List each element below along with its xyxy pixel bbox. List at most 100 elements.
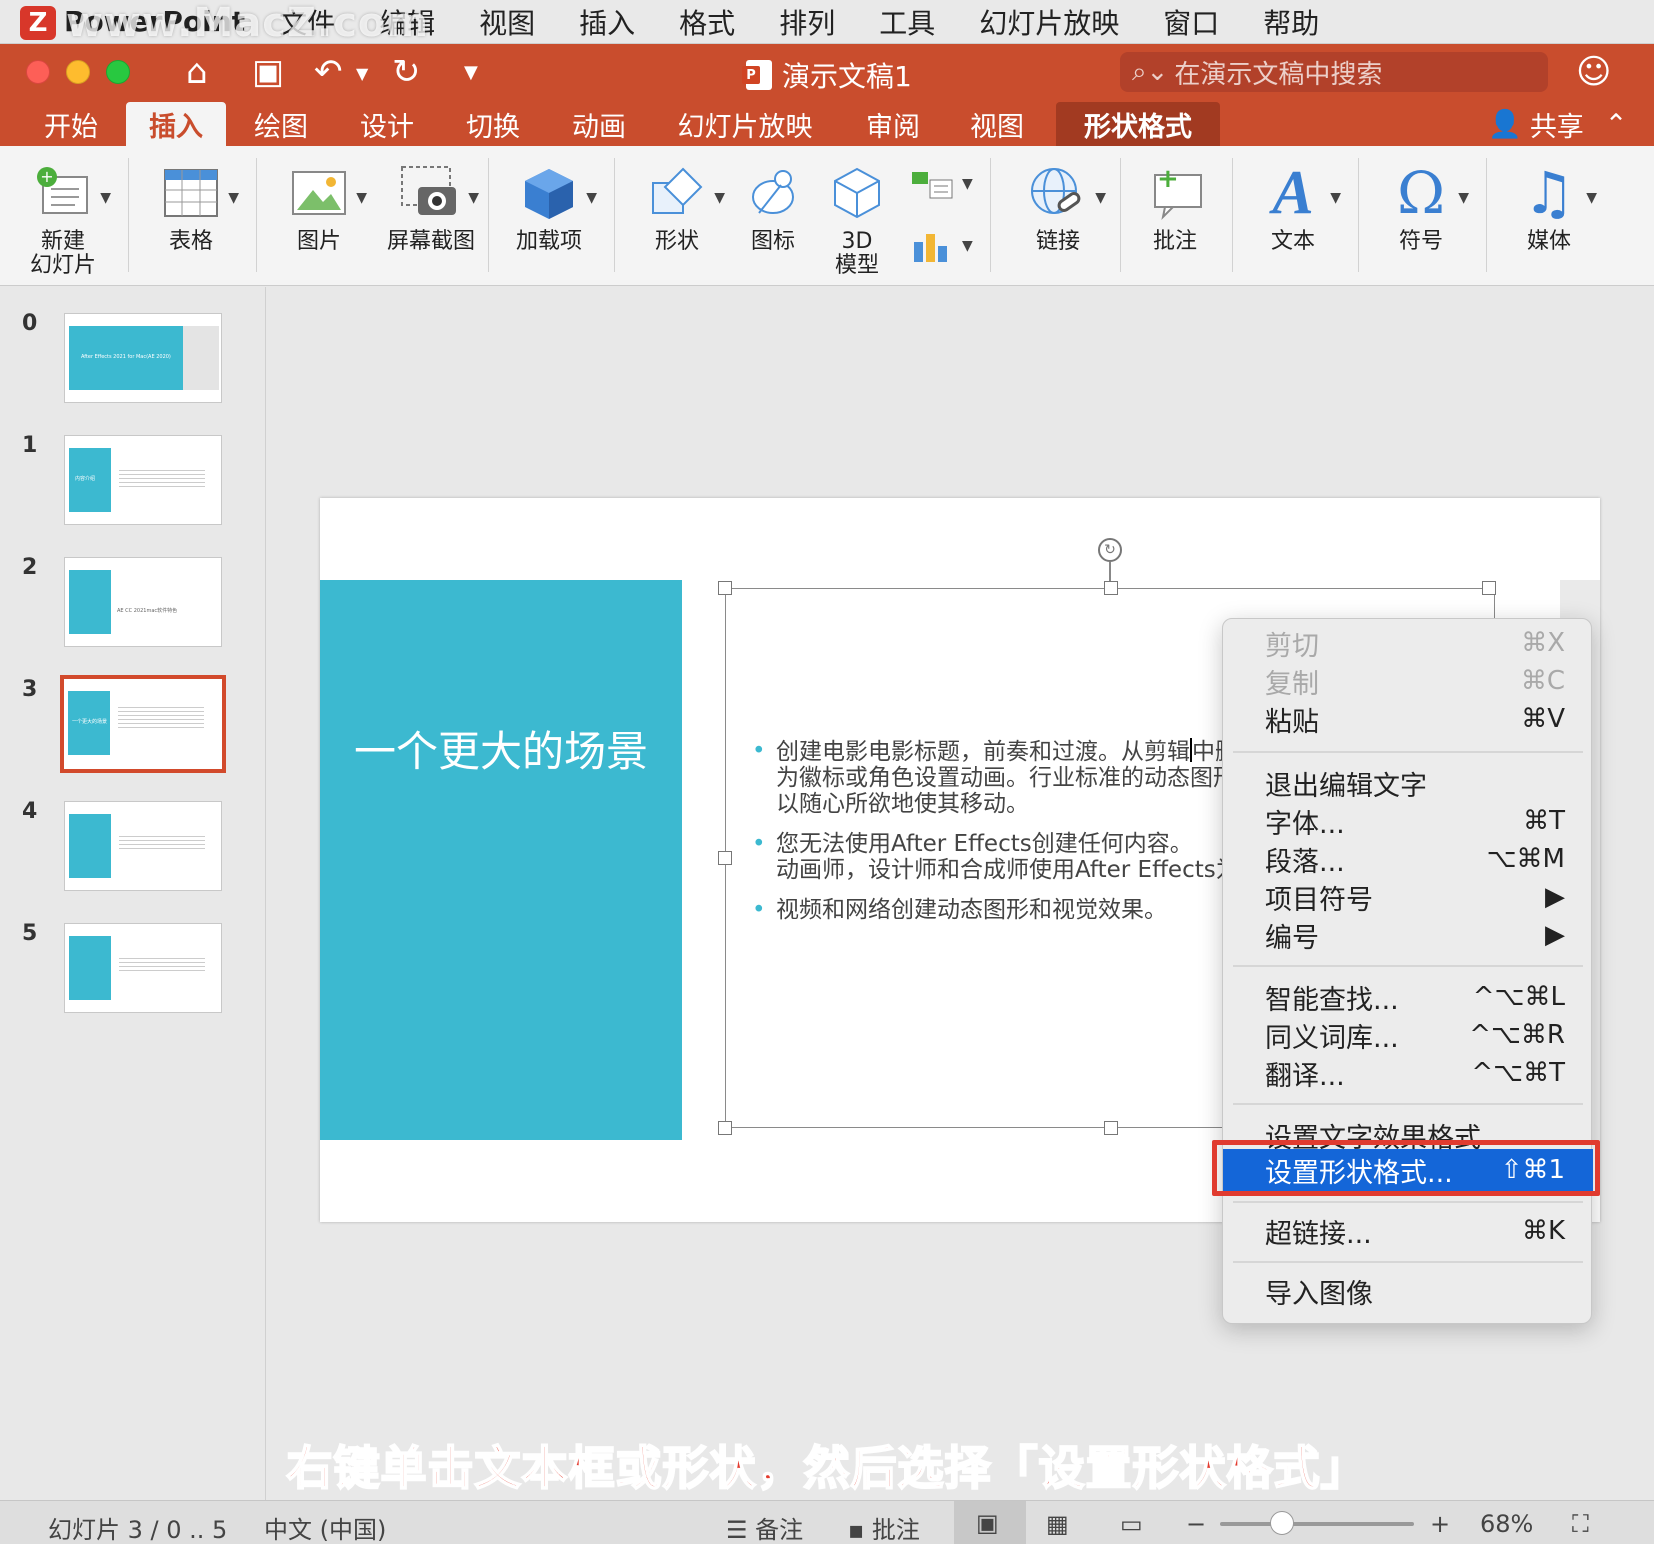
new-slide-button[interactable]: + ▼ 新建 幻灯片: [18, 146, 111, 286]
table-button[interactable]: ▼ 表格: [146, 146, 239, 286]
collapse-ribbon-icon[interactable]: ⌃: [1596, 102, 1636, 146]
3d-model-label: 3D 模型: [834, 229, 879, 278]
menu-window[interactable]: 窗口: [1163, 2, 1219, 42]
tab-review[interactable]: 审阅: [848, 102, 938, 146]
icons-button[interactable]: 图标: [728, 146, 818, 286]
menu-item-numbering[interactable]: 编号 ▶: [1265, 917, 1565, 954]
menu-file[interactable]: 文件: [279, 2, 335, 42]
chart-button[interactable]: ▼: [910, 228, 973, 268]
normal-view-button[interactable]: ▣: [954, 1501, 1026, 1544]
tab-home[interactable]: 开始: [26, 102, 116, 146]
home-icon[interactable]: ⌂: [186, 52, 208, 92]
screenshot-button[interactable]: ▼ 屏幕截图: [376, 146, 486, 286]
media-icon: ♫ ▼: [1523, 159, 1597, 227]
zoom-slider[interactable]: [1220, 1522, 1414, 1526]
zoom-in-icon[interactable]: +: [1430, 1510, 1450, 1538]
text-button[interactable]: A ▼ 文本: [1248, 146, 1341, 286]
addins-button[interactable]: ▼ 加载项: [504, 146, 597, 286]
menu-edit[interactable]: 编辑: [379, 2, 435, 42]
smartart-button[interactable]: ▼: [910, 166, 973, 206]
menu-slideshow[interactable]: 幻灯片放映: [979, 2, 1119, 42]
menu-item-cut[interactable]: 剪切 ⌘X: [1265, 625, 1565, 662]
redo-icon[interactable]: ↻: [392, 52, 421, 92]
menu-item-paste[interactable]: 粘贴 ⌘V: [1265, 701, 1565, 738]
menu-item-thesaurus[interactable]: 同义词库... ^⌥⌘R: [1265, 1017, 1565, 1054]
media-label: 媒体: [1526, 229, 1571, 254]
chart-icon: [914, 234, 947, 262]
menu-item-paragraph[interactable]: 段落... ⌥⌘M: [1265, 841, 1565, 878]
tab-insert[interactable]: 插入: [126, 102, 226, 146]
slide-thumbnail-0[interactable]: After Effects 2021 for Mac(AE 2020): [64, 313, 222, 403]
save-icon[interactable]: ▣: [252, 52, 284, 92]
slide-sorter-icon[interactable]: ▦: [1046, 1510, 1069, 1538]
slide-thumbnail-2[interactable]: AE CC 2021mac软件特色: [64, 557, 222, 647]
tab-view[interactable]: 视图: [952, 102, 1042, 146]
resize-handle[interactable]: [1104, 581, 1118, 595]
menu-item-translate[interactable]: 翻译... ^⌥⌘T: [1265, 1055, 1565, 1092]
slide-body-text[interactable]: 创建电影电影标题，前奏和过渡。从剪辑中删 为徽标或角色设置动画。行业标准的动态图…: [750, 738, 1270, 937]
slide-title-block[interactable]: [320, 580, 682, 1140]
tab-draw[interactable]: 绘图: [236, 102, 326, 146]
picture-button[interactable]: ▼ 图片: [274, 146, 367, 286]
bullet-line: 为徽标或角色设置动画。行业标准的动态图形: [776, 765, 1236, 791]
comments-button[interactable]: ▪ 批注: [848, 1510, 920, 1544]
resize-handle[interactable]: [718, 1121, 732, 1135]
resize-handle[interactable]: [718, 851, 732, 865]
zoom-level[interactable]: 68%: [1480, 1510, 1533, 1538]
slide-title[interactable]: 一个更大的场景: [354, 728, 654, 776]
media-button[interactable]: ♫ ▼ 媒体: [1504, 146, 1597, 286]
rotate-handle-icon[interactable]: ↻: [1098, 538, 1122, 562]
resize-handle[interactable]: [1104, 1121, 1118, 1135]
zoom-out-icon[interactable]: −: [1186, 1510, 1206, 1538]
share-button[interactable]: 👤 共享: [1476, 102, 1596, 146]
bullet-item[interactable]: 您无法使用After Effects创建任何内容。 动画师，设计师和合成师使用A…: [750, 831, 1270, 883]
tab-shape-format[interactable]: 形状格式: [1056, 102, 1220, 146]
3d-model-button[interactable]: 3D 模型: [812, 146, 902, 286]
slide-thumbnail-5[interactable]: [64, 923, 222, 1013]
bullet-item[interactable]: 视频和网络创建动态图形和视觉效果。: [750, 897, 1270, 923]
menu-item-hyperlink[interactable]: 超链接... ⌘K: [1265, 1213, 1565, 1250]
slide-thumbnail-4[interactable]: [64, 801, 222, 891]
minimize-window-button[interactable]: [66, 60, 90, 84]
tab-animations[interactable]: 动画: [554, 102, 644, 146]
menu-item-import-image[interactable]: 导入图像: [1265, 1273, 1565, 1310]
slide-thumbnail-3[interactable]: 一个更大的场景: [60, 675, 226, 773]
menu-item-exit-edit-text[interactable]: 退出编辑文字: [1265, 765, 1565, 802]
icons-label: 图标: [750, 229, 795, 254]
tab-transitions[interactable]: 切换: [448, 102, 538, 146]
app-menu[interactable]: PowerPoint: [64, 5, 245, 38]
symbol-button[interactable]: Ω ▼ 符号: [1376, 146, 1469, 286]
resize-handle[interactable]: [1482, 581, 1496, 595]
menu-item-smart-lookup[interactable]: 智能查找... ^⌥⌘L: [1265, 979, 1565, 1016]
slide-thumbnail-1[interactable]: 内容介绍: [64, 435, 222, 525]
undo-icon[interactable]: ↶: [314, 52, 343, 92]
tab-slideshow[interactable]: 幻灯片放映: [670, 102, 820, 146]
resize-handle[interactable]: [718, 581, 732, 595]
menu-arrange[interactable]: 排列: [779, 2, 835, 42]
link-button[interactable]: ▼ 链接: [1008, 146, 1108, 286]
language-indicator[interactable]: 中文 (中国): [264, 1510, 386, 1544]
shapes-button[interactable]: ▼ 形状: [632, 146, 725, 286]
menu-view[interactable]: 视图: [479, 2, 535, 42]
shapes-icon: ▼: [637, 160, 725, 226]
feedback-smiley-icon[interactable]: ☺: [1576, 52, 1611, 92]
zoom-window-button[interactable]: [106, 60, 130, 84]
menu-item-copy[interactable]: 复制 ⌘C: [1265, 663, 1565, 700]
undo-dropdown-icon[interactable]: ▼: [356, 64, 368, 83]
customize-toolbar-icon[interactable]: ▼: [464, 62, 478, 83]
fit-to-window-icon[interactable]: ⛶: [1572, 1510, 1589, 1538]
reading-view-icon[interactable]: ▭: [1120, 1510, 1143, 1538]
menu-item-bullets[interactable]: 项目符号 ▶: [1265, 879, 1565, 916]
bullet-item[interactable]: 创建电影电影标题，前奏和过渡。从剪辑中删 为徽标或角色设置动画。行业标准的动态图…: [750, 738, 1270, 817]
search-field[interactable]: ⌕⌄ 在演示文稿中搜索: [1120, 52, 1548, 92]
tab-design[interactable]: 设计: [342, 102, 432, 146]
menu-tools[interactable]: 工具: [879, 2, 935, 42]
notes-button[interactable]: ☰ 备注: [726, 1510, 803, 1544]
menu-insert[interactable]: 插入: [579, 2, 635, 42]
menu-item-font[interactable]: 字体... ⌘T: [1265, 803, 1565, 840]
close-window-button[interactable]: [26, 60, 50, 84]
menu-format[interactable]: 格式: [679, 2, 735, 42]
zoom-slider-knob[interactable]: [1270, 1511, 1294, 1535]
comment-button[interactable]: + 批注: [1130, 146, 1220, 286]
menu-help[interactable]: 帮助: [1263, 2, 1319, 42]
